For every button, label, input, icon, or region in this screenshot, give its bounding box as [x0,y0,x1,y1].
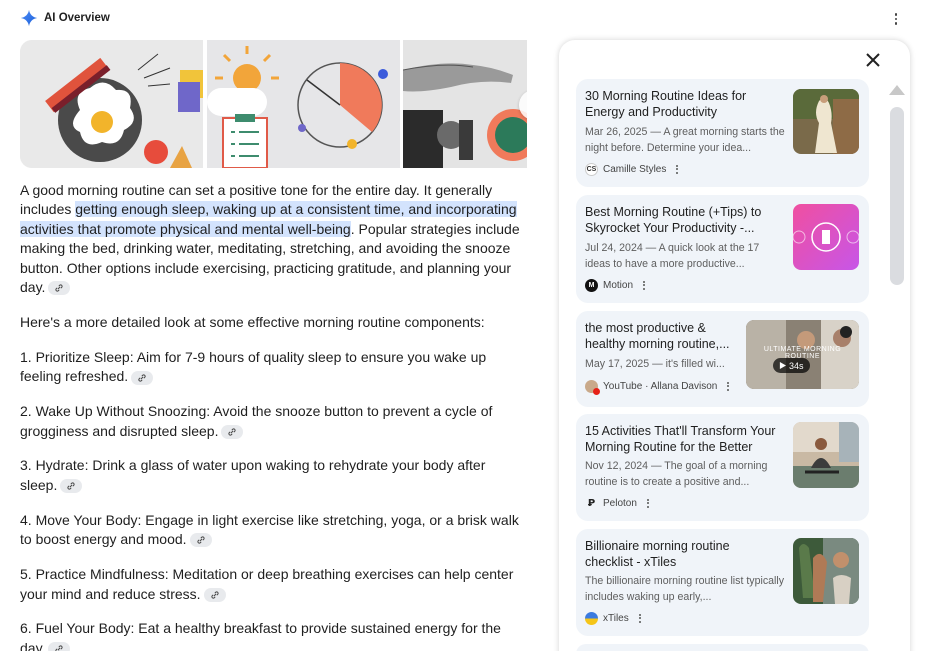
source-snippet: May 17, 2025 — it's filled wi... [585,358,725,370]
source-title[interactable]: 15 Activities That'll Transform Your Mor… [585,423,785,455]
source-thumbnail[interactable] [793,89,859,154]
panel-scrollbar[interactable] [890,107,904,285]
citation-link-icon[interactable] [189,533,212,548]
youtube-channel-avatar [585,379,600,395]
citation-link-icon[interactable] [203,587,226,602]
play-icon [779,362,786,369]
citation-link-icon[interactable] [221,424,244,439]
answer-lead: Here's a more detailed look at some effe… [20,313,485,330]
source-attribution: M Motion [585,278,646,292]
source-snippet: The billionaire morning routine list typ… [585,575,785,603]
gallery-image-hand[interactable] [403,40,527,168]
source-card[interactable]: 30 Morning Routine Ideas for Energy and … [576,79,869,187]
video-duration-badge: 34s [773,358,810,373]
answer-intro: A good morning routine can set a positiv… [20,182,520,296]
citation-link-icon[interactable] [48,281,71,296]
ai-overview-answer: A good morning routine can set a positiv… [20,181,522,651]
more-options-icon[interactable] [646,498,649,508]
source-attribution: Ꝑ Peloton [585,496,649,510]
source-name: Peloton [603,497,637,509]
ai-overview-header: AI Overview [20,8,110,28]
image-carousel [20,40,527,168]
source-card[interactable]: 15 Activities That'll Transform Your Mor… [576,414,869,521]
ai-overview-title: AI Overview [44,12,110,24]
source-card[interactable]: Billionaire morning routine checklist - … [576,529,869,636]
xtiles-favicon [585,611,598,625]
answer-item: 5. Practice Mindfulness: Meditation or d… [20,566,514,602]
source-title[interactable]: Best Morning Routine (+Tips) to Skyrocke… [585,204,775,236]
source-title[interactable]: 30 Morning Routine Ideas for Energy and … [585,88,775,120]
source-card[interactable] [576,644,869,651]
source-attribution: YouTube · Allana Davison [585,379,730,395]
gallery-image-breakfast[interactable] [20,40,203,168]
source-attribution: xTiles [585,611,641,625]
camille-styles-favicon: CS [585,162,598,176]
source-snippet: Jul 24, 2024 — A quick look at the 17 id… [585,242,760,270]
more-options-icon[interactable] [676,164,679,174]
citation-link-icon[interactable] [60,479,83,494]
answer-item: 2. Wake Up Without Snoozing: Avoid the s… [20,403,493,439]
source-title[interactable]: the most productive & healthy morning ro… [585,320,735,352]
source-snippet: Nov 12, 2024 — The goal of a morning rou… [585,460,768,488]
scroll-up-arrow[interactable] [889,85,905,95]
gemini-spark-icon [20,9,38,27]
answer-item: 4. Move Your Body: Engage in light exerc… [20,511,519,548]
source-snippet: Mar 26, 2025 — A great morning starts th… [585,126,785,154]
source-thumbnail[interactable] [793,204,859,270]
close-icon[interactable] [864,51,882,69]
answer-item: 6. Fuel Your Body: Eat a healthy breakfa… [20,619,522,651]
gallery-image-clock[interactable] [207,40,400,168]
video-thumbnail[interactable]: ULTIMATE MORNING ROUTINE 34s [746,320,859,389]
source-name: Camille Styles [603,163,667,175]
answer-item: 3. Hydrate: Drink a glass of water upon … [20,457,486,494]
source-name: Motion [603,279,634,291]
source-card[interactable]: Best Morning Routine (+Tips) to Skyrocke… [576,195,869,303]
more-options-icon[interactable] [638,613,641,623]
more-options-icon[interactable] [727,381,730,391]
source-name: YouTube · Allana Davison [603,380,718,392]
source-thumbnail[interactable] [793,422,859,488]
source-card-video[interactable]: the most productive & healthy morning ro… [576,311,869,407]
source-attribution: CS Camille Styles [585,162,679,176]
more-options-icon[interactable] [643,280,646,290]
citation-link-icon[interactable] [131,370,154,385]
source-thumbnail[interactable] [793,538,859,604]
source-name: xTiles [603,612,629,624]
answer-item: 1. Prioritize Sleep: Aim for 7-9 hours o… [20,348,487,385]
citation-link-icon[interactable] [48,642,71,651]
more-options-icon[interactable] [889,11,903,27]
motion-favicon: M [585,278,598,292]
peloton-favicon: Ꝑ [587,497,596,509]
source-title[interactable]: Billionaire morning routine checklist - … [585,538,775,570]
